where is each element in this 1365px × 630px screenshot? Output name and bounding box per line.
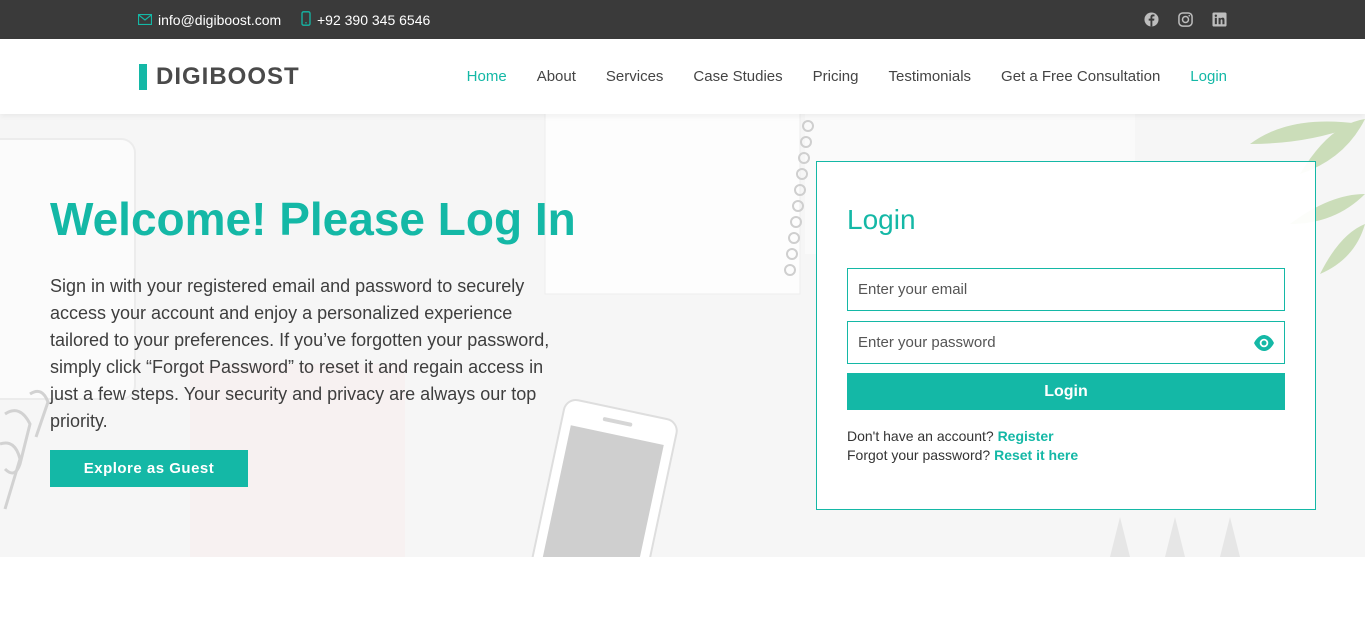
nav-login[interactable]: Login xyxy=(1190,68,1227,85)
explore-as-guest-button[interactable]: Explore as Guest xyxy=(50,450,248,487)
nav-pricing[interactable]: Pricing xyxy=(813,68,859,85)
nav-about[interactable]: About xyxy=(537,68,576,85)
nav-case-studies[interactable]: Case Studies xyxy=(693,68,782,85)
main-nav: Home About Services Case Studies Pricing… xyxy=(467,39,1227,114)
site-header: DIGIBOOST Home About Services Case Studi… xyxy=(0,39,1365,114)
instagram-icon[interactable] xyxy=(1178,11,1194,28)
hero-description: Sign in with your registered email and p… xyxy=(50,276,550,431)
hero-section: Welcome! Please Log In Sign in with your… xyxy=(0,114,1365,557)
password-field-wrapper xyxy=(847,321,1285,364)
top-bar: info@digiboost.com +92 390 345 6546 xyxy=(0,0,1365,39)
nav-testimonials[interactable]: Testimonials xyxy=(889,68,972,85)
mail-icon xyxy=(137,12,158,28)
no-account-text: Don't have an account? xyxy=(847,428,994,444)
forgot-password-text: Forgot your password? xyxy=(847,447,991,463)
facebook-icon[interactable] xyxy=(1144,11,1160,28)
register-link[interactable]: Register xyxy=(998,428,1054,444)
login-card-title: Login xyxy=(847,204,916,235)
topbar-phone[interactable]: +92 390 345 6546 xyxy=(301,0,430,39)
nav-home[interactable]: Home xyxy=(467,68,507,85)
forgot-line: Forgot your password? Reset it here xyxy=(847,446,1078,465)
login-card: Login Login Don't have an account? Regis… xyxy=(816,161,1316,510)
email-input[interactable] xyxy=(848,269,1284,310)
password-input[interactable] xyxy=(848,322,1284,363)
phone-text: +92 390 345 6546 xyxy=(317,11,431,28)
hero-title: Welcome! Please Log In xyxy=(50,193,576,245)
topbar-email[interactable]: info@digiboost.com xyxy=(137,0,282,39)
show-password-icon[interactable] xyxy=(1253,333,1275,353)
register-line: Don't have an account? Register xyxy=(847,427,1078,446)
reset-password-link[interactable]: Reset it here xyxy=(994,447,1078,463)
mobile-phone-icon xyxy=(301,10,317,29)
email-text: info@digiboost.com xyxy=(158,11,282,28)
login-links: Don't have an account? Register Forgot y… xyxy=(847,427,1078,465)
nav-free-consultation[interactable]: Get a Free Consultation xyxy=(1001,68,1160,85)
email-field-wrapper xyxy=(847,268,1285,311)
logo-bar xyxy=(139,64,147,90)
nav-services[interactable]: Services xyxy=(606,68,664,85)
logo[interactable]: DIGIBOOST xyxy=(139,63,300,90)
social-links xyxy=(1144,0,1228,39)
logo-text: DIGIBOOST xyxy=(156,63,300,90)
linkedin-icon[interactable] xyxy=(1212,11,1228,28)
login-submit-button[interactable]: Login xyxy=(847,373,1285,410)
